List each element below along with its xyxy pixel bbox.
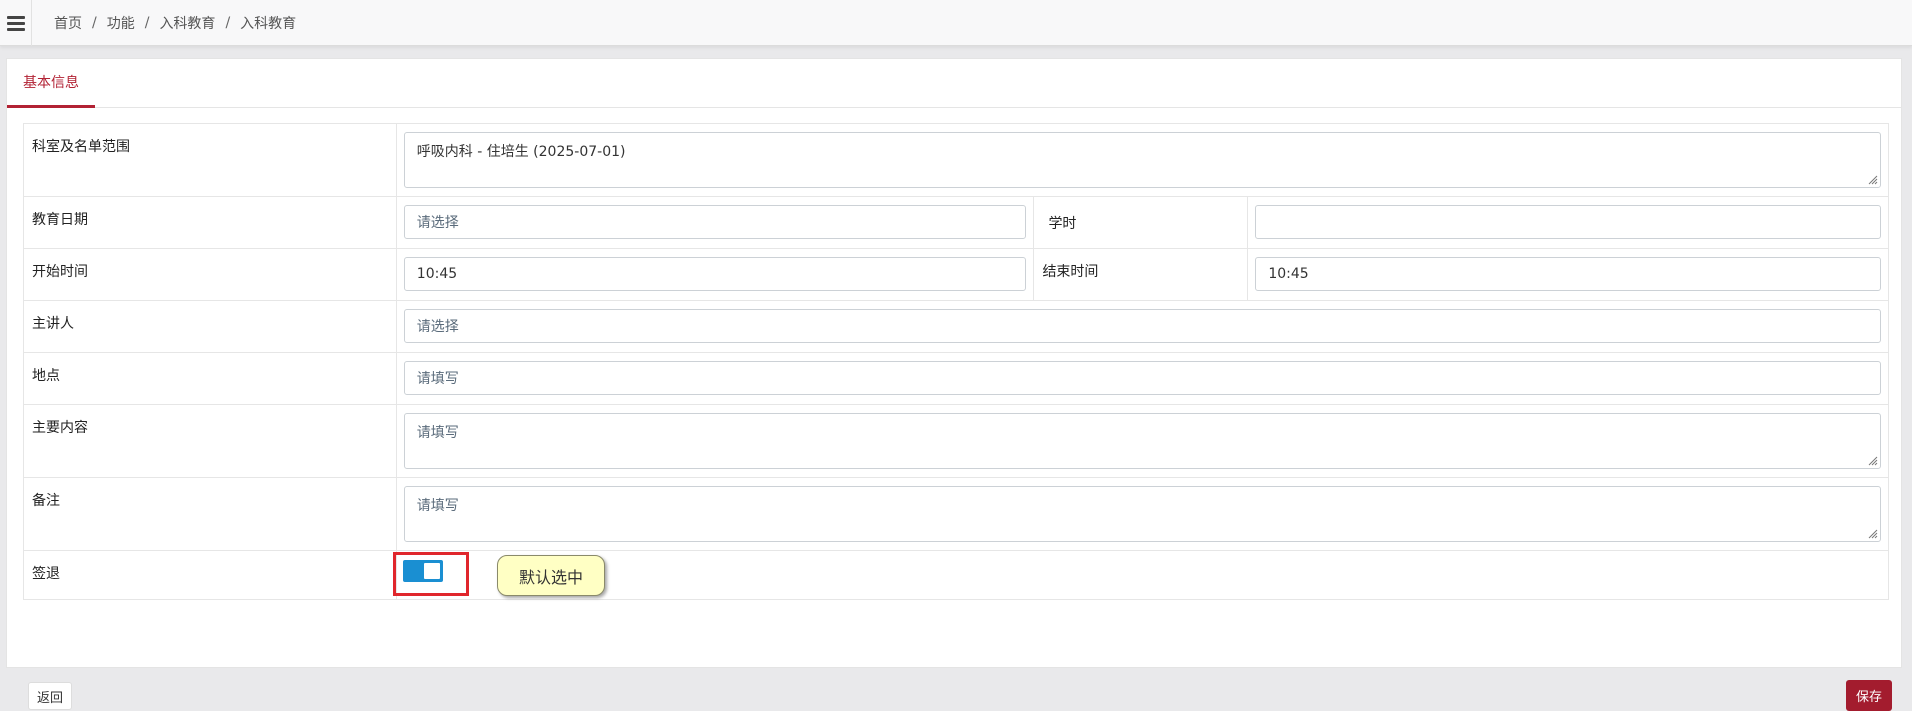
content-placeholder: 请填写 (416, 425, 459, 441)
signout-label: 签退 (23, 550, 397, 600)
signout-cell (395, 550, 1890, 600)
hours-label: 学时 (1033, 196, 1249, 249)
dept-range-value: 呼吸内科 - 住培生 (2025-07-01) (416, 144, 626, 160)
breadcrumb-separator: / (225, 15, 231, 31)
end-time-label: 结束时间 (1033, 248, 1249, 301)
edu-date-label: 教育日期 (23, 196, 397, 249)
toggle-knob (424, 563, 440, 579)
end-time-input[interactable]: 10:45 (1255, 257, 1881, 291)
speaker-label: 主讲人 (23, 300, 397, 353)
form-panel: 基本信息 科室及名单范围 呼吸内科 - 住培生 (2025-07-01) 教育日… (6, 58, 1902, 711)
content-label: 主要内容 (23, 404, 397, 478)
hours-input[interactable] (1255, 205, 1881, 239)
breadcrumb-current: 入科教育 (240, 16, 297, 32)
back-button[interactable]: 返回 (28, 682, 73, 710)
breadcrumb-separator: / (92, 15, 97, 31)
resize-handle-icon[interactable] (1866, 454, 1878, 466)
annotation-tooltip: 默认选中 (497, 555, 605, 596)
dept-label: 科室及名单范围 (23, 123, 397, 197)
remark-textarea[interactable]: 请填写 (403, 486, 1881, 542)
resize-handle-icon[interactable] (1866, 173, 1878, 185)
remark-label: 备注 (23, 477, 397, 551)
breadcrumb: 首页 / 功能 / 入科教育 / 入科教育 (54, 0, 296, 46)
location-label: 地点 (23, 352, 397, 405)
entry-education-form: 科室及名单范围 呼吸内科 - 住培生 (2025-07-01) 教育日期 请选择… (23, 123, 1890, 600)
hamburger-menu-icon[interactable] (0, 0, 32, 46)
start-time-label: 开始时间 (23, 248, 397, 301)
tab-basic-info[interactable]: 基本信息 (7, 59, 95, 108)
location-input[interactable]: 请填写 (403, 361, 1881, 395)
breadcrumb-separator: / (144, 15, 150, 31)
breadcrumb-education-parent[interactable]: 入科教育 (159, 13, 215, 33)
content-textarea[interactable]: 请填写 (403, 413, 1881, 469)
remark-placeholder: 请填写 (416, 498, 459, 514)
signout-toggle-switch[interactable] (403, 560, 443, 582)
speaker-select[interactable]: 请选择 (403, 309, 1881, 343)
save-button[interactable]: 保存 (1846, 680, 1892, 711)
breadcrumb-home[interactable]: 首页 (54, 13, 82, 33)
edu-date-picker[interactable]: 请选择 (403, 205, 1027, 239)
breadcrumb-function[interactable]: 功能 (107, 13, 135, 33)
dept-range-textarea[interactable]: 呼吸内科 - 住培生 (2025-07-01) (403, 132, 1881, 188)
tab-bar: 基本信息 (7, 59, 1901, 108)
resize-handle-icon[interactable] (1866, 527, 1878, 539)
top-bar: 首页 / 功能 / 入科教育 / 入科教育 (0, 0, 1912, 46)
start-time-input[interactable]: 10:45 (403, 257, 1027, 291)
